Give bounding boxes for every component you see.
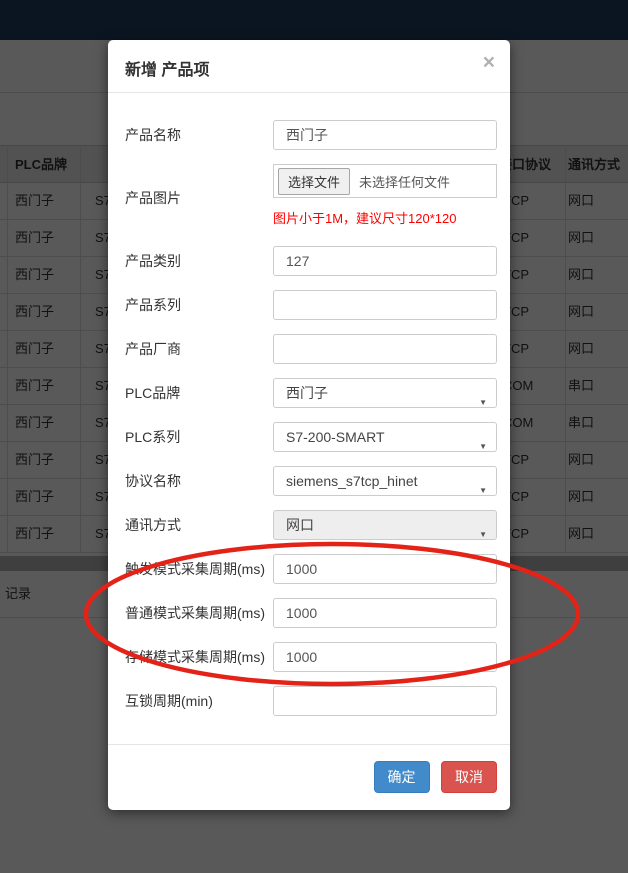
trigger-cycle-label: 触发模式采集周期(ms) xyxy=(125,559,273,579)
add-product-modal: 新增 产品项 × 产品名称西门子产品图片选择文件未选择任何文件图片小于1M，建议… xyxy=(108,40,510,810)
modal-footer: 确定 取消 xyxy=(108,744,510,810)
form-group-product-series: 产品系列 xyxy=(125,290,497,320)
product-category-label: 产品类别 xyxy=(125,251,273,271)
plc-brand-selected-value: 西门子 xyxy=(286,385,328,401)
modal-title: 新增 产品项 xyxy=(125,62,209,79)
modal-form: 产品名称西门子产品图片选择文件未选择任何文件图片小于1M，建议尺寸120*120… xyxy=(108,93,510,716)
plc-brand-select[interactable]: 西门子▼ xyxy=(273,378,497,408)
file-name-text: 未选择任何文件 xyxy=(359,172,450,191)
product-category-input[interactable]: 127 xyxy=(273,246,497,276)
choose-file-button[interactable]: 选择文件 xyxy=(278,168,350,195)
trigger-cycle-input[interactable]: 1000 xyxy=(273,554,497,584)
interlock-cycle-label: 互锁周期(min) xyxy=(125,691,273,711)
chevron-down-icon: ▼ xyxy=(479,433,487,461)
product-vendor-control xyxy=(273,334,497,364)
product-name-control: 西门子 xyxy=(273,120,497,150)
product-image-file-input[interactable]: 选择文件未选择任何文件 xyxy=(273,164,497,198)
form-group-trigger-cycle: 触发模式采集周期(ms)1000 xyxy=(125,554,497,584)
comm-mode-label: 通讯方式 xyxy=(125,515,273,535)
form-group-normal-cycle: 普通模式采集周期(ms)1000 xyxy=(125,598,497,628)
plc-series-select[interactable]: S7-200-SMART▼ xyxy=(273,422,497,452)
protocol-name-selected-value: siemens_s7tcp_hinet xyxy=(286,473,418,489)
comm-mode-selected-value: 网口 xyxy=(286,517,314,533)
comm-mode-select[interactable]: 网口▼ xyxy=(273,510,497,540)
form-group-plc-series: PLC系列S7-200-SMART▼ xyxy=(125,422,497,452)
form-group-product-vendor: 产品厂商 xyxy=(125,334,497,364)
trigger-cycle-control: 1000 xyxy=(273,554,497,584)
form-group-protocol-name: 协议名称siemens_s7tcp_hinet▼ xyxy=(125,466,497,496)
normal-cycle-label: 普通模式采集周期(ms) xyxy=(125,603,273,623)
protocol-name-control: siemens_s7tcp_hinet▼ xyxy=(273,466,497,496)
product-image-control: 选择文件未选择任何文件图片小于1M，建议尺寸120*120 xyxy=(273,164,497,232)
form-group-plc-brand: PLC品牌西门子▼ xyxy=(125,378,497,408)
product-series-control xyxy=(273,290,497,320)
interlock-cycle-control xyxy=(273,686,497,716)
product-vendor-input[interactable] xyxy=(273,334,497,364)
storage-cycle-control: 1000 xyxy=(273,642,497,672)
close-icon[interactable]: × xyxy=(483,52,495,73)
product-name-label: 产品名称 xyxy=(125,125,273,145)
modal-header: 新增 产品项 × xyxy=(108,40,510,93)
form-group-comm-mode: 通讯方式网口▼ xyxy=(125,510,497,540)
screen: PLC品牌接口协议通讯方式西门子S7-TCP网口西门子S7-TCP网口西门子S7… xyxy=(0,0,628,873)
chevron-down-icon: ▼ xyxy=(479,477,487,505)
plc-brand-label: PLC品牌 xyxy=(125,383,273,403)
comm-mode-control: 网口▼ xyxy=(273,510,497,540)
form-group-product-category: 产品类别127 xyxy=(125,246,497,276)
normal-cycle-input[interactable]: 1000 xyxy=(273,598,497,628)
product-image-label: 产品图片 xyxy=(125,188,273,208)
cancel-button[interactable]: 取消 xyxy=(441,761,497,793)
storage-cycle-input[interactable]: 1000 xyxy=(273,642,497,672)
image-size-hint: 图片小于1M，建议尺寸120*120 xyxy=(273,211,497,227)
interlock-cycle-input[interactable] xyxy=(273,686,497,716)
confirm-button[interactable]: 确定 xyxy=(374,761,430,793)
plc-series-control: S7-200-SMART▼ xyxy=(273,422,497,452)
form-group-product-image: 产品图片选择文件未选择任何文件图片小于1M，建议尺寸120*120 xyxy=(125,164,497,232)
plc-brand-control: 西门子▼ xyxy=(273,378,497,408)
normal-cycle-control: 1000 xyxy=(273,598,497,628)
form-group-product-name: 产品名称西门子 xyxy=(125,120,497,150)
plc-series-selected-value: S7-200-SMART xyxy=(286,429,385,445)
product-series-input[interactable] xyxy=(273,290,497,320)
product-series-label: 产品系列 xyxy=(125,295,273,315)
form-group-storage-cycle: 存储模式采集周期(ms)1000 xyxy=(125,642,497,672)
chevron-down-icon: ▼ xyxy=(479,521,487,549)
storage-cycle-label: 存储模式采集周期(ms) xyxy=(125,647,273,667)
protocol-name-label: 协议名称 xyxy=(125,471,273,491)
form-group-interlock-cycle: 互锁周期(min) xyxy=(125,686,497,716)
product-name-input[interactable]: 西门子 xyxy=(273,120,497,150)
product-category-control: 127 xyxy=(273,246,497,276)
chevron-down-icon: ▼ xyxy=(479,389,487,417)
protocol-name-select[interactable]: siemens_s7tcp_hinet▼ xyxy=(273,466,497,496)
plc-series-label: PLC系列 xyxy=(125,427,273,447)
product-vendor-label: 产品厂商 xyxy=(125,339,273,359)
